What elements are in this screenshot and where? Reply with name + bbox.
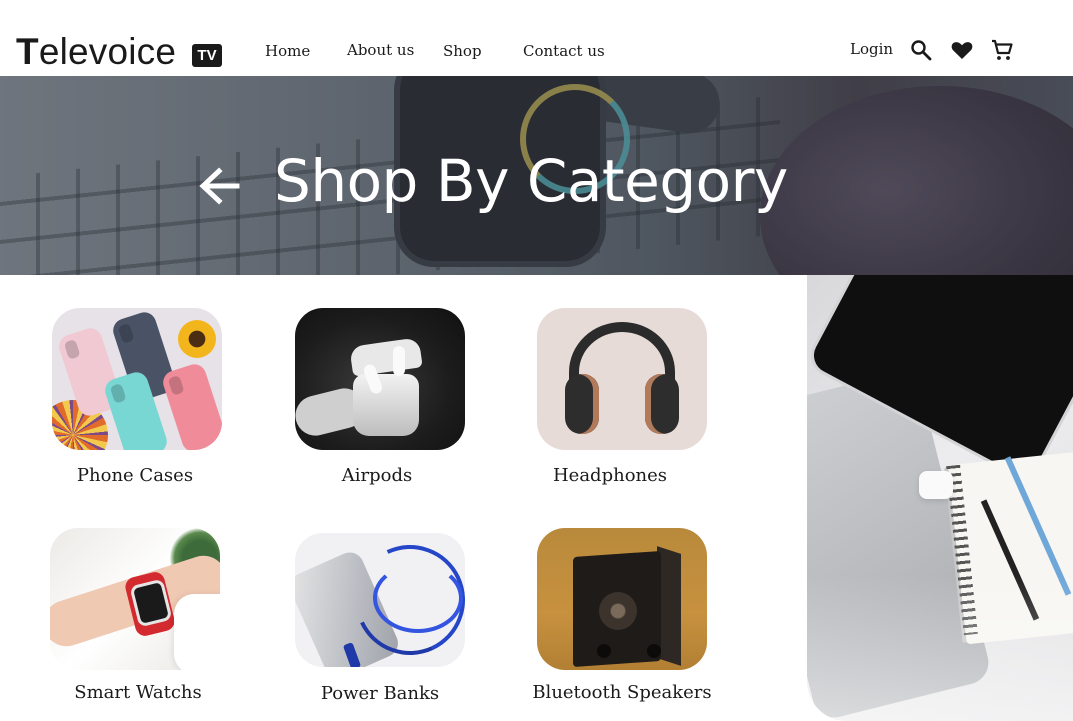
airpods-case (353, 374, 419, 436)
category-label[interactable]: Headphones (500, 465, 720, 486)
category-label[interactable]: Airpods (267, 465, 487, 486)
phone-case-coral (160, 361, 222, 450)
login-link[interactable]: Login (850, 40, 893, 58)
phone-cases-image[interactable] (52, 308, 222, 450)
airpods-case-lid (349, 337, 423, 377)
category-label[interactable]: Smart Watchs (28, 682, 248, 703)
page-title: Shop By Category (274, 147, 788, 215)
category-label[interactable]: Bluetooth Speakers (512, 682, 732, 703)
smart-watches-image[interactable] (50, 528, 220, 670)
category-label[interactable]: Power Banks (270, 683, 490, 704)
headphones-image[interactable] (537, 308, 707, 450)
power-banks-image[interactable] (295, 533, 465, 667)
nav-contact-link[interactable]: Contact us (523, 42, 605, 60)
arrow-left-icon[interactable] (197, 166, 243, 206)
televoice-logo[interactable]: Televoice TV (16, 31, 222, 72)
photo-shade (807, 575, 1073, 721)
heart-icon[interactable] (950, 38, 974, 62)
category-label[interactable]: Phone Cases (25, 465, 245, 486)
cart-icon[interactable] (990, 38, 1014, 62)
sleeve-decor (174, 594, 220, 670)
nav-about-link[interactable]: About us (347, 41, 414, 59)
headphones-left-cup (565, 374, 599, 434)
speaker-woofer (599, 592, 637, 630)
site-header: Televoice TV Home About us Shop Contact … (0, 0, 1073, 76)
airpods-image[interactable] (295, 308, 465, 450)
logo-tv-badge: TV (192, 44, 222, 67)
headphones-right-cup (645, 374, 679, 434)
bluetooth-speakers-image[interactable] (537, 528, 707, 670)
airpods-case-decor (919, 471, 953, 499)
speaker-port-left (597, 644, 611, 658)
nav-shop-link[interactable]: Shop (443, 42, 482, 60)
airpod-left (393, 346, 405, 376)
logo-wordmark: Televoice (16, 31, 177, 72)
desk-flatlay-image (807, 275, 1073, 721)
search-icon[interactable] (909, 38, 933, 62)
nav-home-link[interactable]: Home (265, 42, 310, 60)
power-bank-cable-loop (373, 563, 463, 633)
speaker-port-right (647, 644, 661, 658)
sunflower-decor (178, 320, 216, 358)
